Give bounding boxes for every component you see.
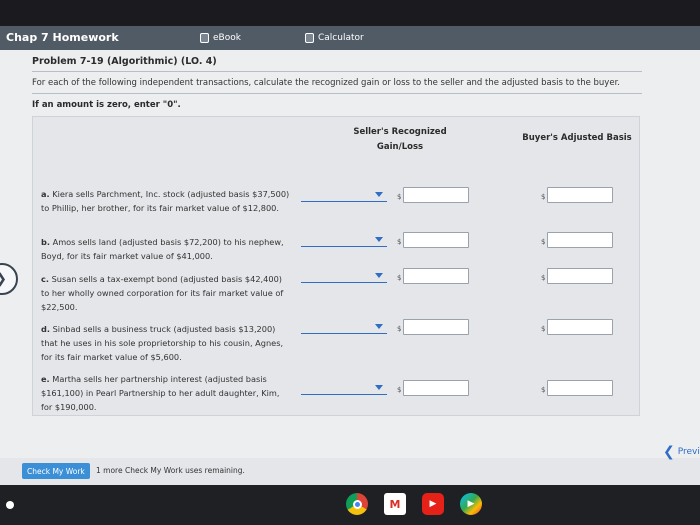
chevron-down-icon — [375, 273, 383, 278]
tab-ebook-label: eBook — [213, 33, 241, 43]
gain-loss-dropdown-e[interactable] — [301, 383, 387, 395]
question-letter: c. — [41, 274, 49, 284]
gain-loss-dropdown-b[interactable] — [301, 235, 387, 247]
gain-loss-dropdown-c[interactable] — [301, 271, 387, 283]
question-text: Martha sells her partnership interest (a… — [41, 374, 280, 412]
launcher-icon[interactable] — [6, 501, 14, 509]
browser-screen: Chap 7 Homework eBook Calculator Problem… — [0, 26, 700, 485]
buyer-basis-input-b[interactable] — [547, 232, 613, 248]
gmail-icon[interactable]: M — [384, 493, 406, 515]
buyer-basis-input-c[interactable] — [547, 268, 613, 284]
divider — [32, 93, 642, 94]
gain-loss-dropdown-a[interactable] — [301, 190, 387, 202]
play-store-icon[interactable]: ▶ — [460, 493, 482, 515]
question-e: e. Martha sells her partnership interest… — [41, 372, 291, 414]
gain-loss-dropdown-d[interactable] — [301, 322, 387, 334]
top-toolbar: Chap 7 Homework eBook Calculator — [0, 26, 700, 50]
dollar-sign: $ — [397, 386, 402, 394]
question-a: a. Kiera sells Parchment, Inc. stock (ad… — [41, 187, 291, 215]
book-icon — [200, 33, 209, 43]
chevron-down-icon — [375, 192, 383, 197]
question-letter: b. — [41, 237, 50, 247]
assignment-title: Chap 7 Homework — [6, 31, 119, 44]
question-text: Amos sells land (adjusted basis $72,200)… — [41, 237, 284, 261]
dollar-sign: $ — [397, 274, 402, 282]
seller-amount-input-e[interactable] — [403, 380, 469, 396]
previous-label: Previ — [677, 447, 700, 457]
remaining-attempts: 1 more Check My Work uses remaining. — [96, 466, 245, 475]
buyer-basis-input-d[interactable] — [547, 319, 613, 335]
tab-ebook[interactable]: eBook — [200, 30, 241, 46]
dollar-sign: $ — [397, 238, 402, 246]
header-buyer-basis: Buyer's Adjusted Basis — [522, 133, 632, 143]
divider — [32, 71, 642, 72]
taskbar: M ▶ ▶ — [0, 485, 700, 525]
dollar-sign: $ — [541, 238, 546, 246]
question-c: c. Susan sells a tax-exempt bond (adjust… — [41, 272, 291, 314]
dollar-sign: $ — [541, 325, 546, 333]
seller-amount-input-c[interactable] — [403, 268, 469, 284]
buyer-basis-input-e[interactable] — [547, 380, 613, 396]
calculator-icon — [305, 33, 314, 43]
seller-amount-input-b[interactable] — [403, 232, 469, 248]
question-letter: d. — [41, 324, 50, 334]
seller-amount-input-d[interactable] — [403, 319, 469, 335]
check-my-work-button[interactable]: Check My Work — [22, 463, 90, 479]
tab-calculator[interactable]: Calculator — [305, 30, 364, 46]
question-text: Susan sells a tax-exempt bond (adjusted … — [41, 274, 284, 312]
zero-note: If an amount is zero, enter "0". — [32, 100, 181, 110]
chrome-icon[interactable] — [346, 493, 368, 515]
chevron-left-icon: ❮ — [663, 444, 675, 460]
dollar-sign: $ — [541, 193, 546, 201]
chevron-down-icon — [375, 237, 383, 242]
question-text: Kiera sells Parchment, Inc. stock (adjus… — [41, 189, 290, 213]
question-text: Sinbad sells a business truck (adjusted … — [41, 324, 284, 362]
question-b: b. Amos sells land (adjusted basis $72,2… — [41, 235, 291, 263]
tab-calculator-label: Calculator — [318, 33, 364, 43]
chevron-down-icon — [375, 324, 383, 329]
instructions: For each of the following independent tr… — [32, 78, 620, 88]
youtube-icon[interactable]: ▶ — [422, 493, 444, 515]
chevron-down-icon — [375, 385, 383, 390]
header-seller-gain-loss: Seller's Recognized Gain/Loss — [353, 127, 447, 152]
dollar-sign: $ — [541, 386, 546, 394]
dollar-sign: $ — [541, 274, 546, 282]
answer-table: Seller's Recognized Gain/Loss Buyer's Ad… — [32, 116, 640, 416]
question-letter: a. — [41, 189, 50, 199]
problem-content: Problem 7-19 (Algorithmic) (LO. 4) For e… — [0, 50, 700, 485]
bezel-top — [0, 0, 700, 26]
dollar-sign: $ — [397, 325, 402, 333]
buyer-basis-input-a[interactable] — [547, 187, 613, 203]
question-letter: e. — [41, 374, 50, 384]
dollar-sign: $ — [397, 193, 402, 201]
question-d: d. Sinbad sells a business truck (adjust… — [41, 322, 291, 364]
problem-title: Problem 7-19 (Algorithmic) (LO. 4) — [32, 56, 217, 67]
previous-button[interactable]: ❮ Previ — [663, 444, 700, 460]
seller-amount-input-a[interactable] — [403, 187, 469, 203]
